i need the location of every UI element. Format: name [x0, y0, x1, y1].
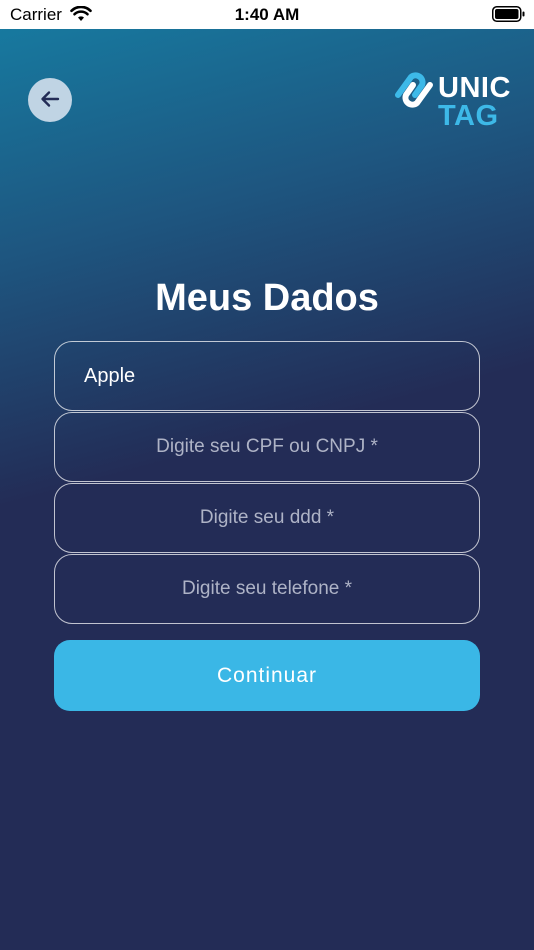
- back-button[interactable]: [28, 78, 72, 122]
- arrow-left-icon: [39, 88, 61, 113]
- battery-full-icon: [492, 6, 525, 27]
- logo-link-icon: [392, 71, 436, 114]
- logo-text-tag: TAG: [438, 100, 499, 132]
- status-time: 1:40 AM: [234, 5, 300, 24]
- name-field-value: Apple: [84, 364, 136, 387]
- unictag-logo: UNIC TAG: [392, 69, 510, 134]
- cpf-cnpj-field[interactable]: Digite seu CPF ou CNPJ *: [54, 412, 480, 482]
- phone-field[interactable]: Digite seu telefone *: [54, 554, 480, 624]
- status-bar: Carrier 1:40 AM: [0, 0, 534, 29]
- profile-screen: UNIC TAG Meus Dados Apple Digite seu CPF…: [0, 29, 534, 950]
- phone-placeholder: Digite seu telefone *: [181, 578, 353, 599]
- ddd-field[interactable]: Digite seu ddd *: [54, 483, 480, 553]
- continue-button[interactable]: Continuar: [54, 640, 480, 711]
- cpf-cnpj-placeholder: Digite seu CPF ou CNPJ *: [156, 436, 378, 457]
- ddd-placeholder: Digite seu ddd *: [199, 507, 335, 528]
- page-title: Meus Dados: [155, 277, 379, 319]
- logo-text-unic: UNIC: [438, 72, 511, 104]
- name-field[interactable]: Apple: [54, 341, 480, 411]
